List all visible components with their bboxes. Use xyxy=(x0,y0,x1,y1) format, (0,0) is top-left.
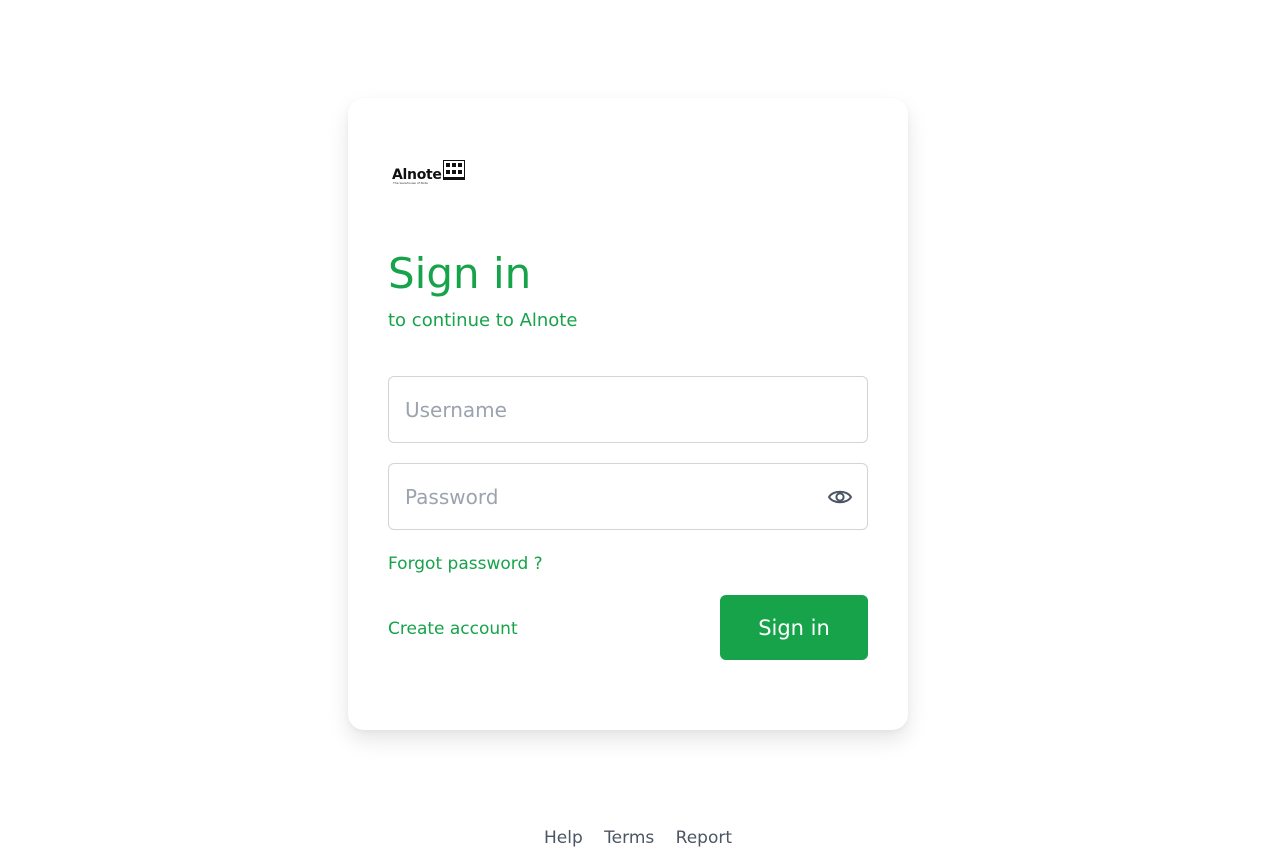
footer-link-terms[interactable]: Terms xyxy=(604,828,654,848)
page-title: Sign in xyxy=(388,249,532,298)
page: Alnote The warehouse of Note Sign in to … xyxy=(0,0,1276,863)
create-account-link[interactable]: Create account xyxy=(388,618,518,640)
signin-card: Alnote The warehouse of Note Sign in to … xyxy=(348,98,908,730)
password-field-wrapper xyxy=(388,463,868,530)
password-input[interactable] xyxy=(389,464,867,529)
footer-link-help[interactable]: Help xyxy=(544,828,583,848)
logo-tagline: The warehouse of Note xyxy=(393,181,428,185)
forgot-password-link[interactable]: Forgot password ? xyxy=(388,553,543,575)
sign-in-button[interactable]: Sign in xyxy=(720,595,868,660)
logo-building-icon xyxy=(443,160,465,180)
page-subtitle: to continue to Alnote xyxy=(388,310,578,331)
footer: Help Terms Report xyxy=(0,826,1276,850)
eye-icon[interactable] xyxy=(827,485,853,509)
username-field-wrapper xyxy=(388,376,868,443)
logo-wordmark: Alnote xyxy=(392,167,442,183)
footer-link-report[interactable]: Report xyxy=(676,828,732,848)
username-input[interactable] xyxy=(389,377,867,442)
logo: Alnote The warehouse of Note xyxy=(392,160,468,188)
